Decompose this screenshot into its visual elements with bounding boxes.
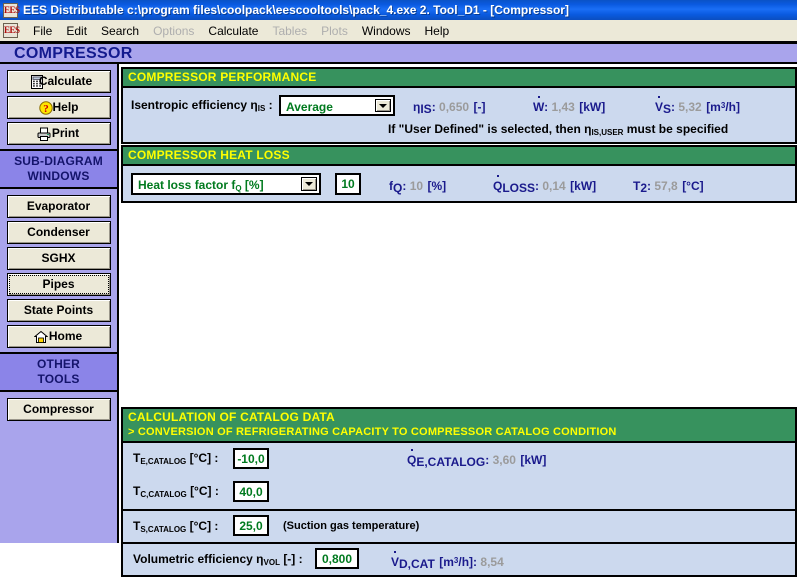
calculate-button[interactable]: Calculate (6, 70, 111, 93)
sidebar-subdiagram-group: Evaporator Condenser SGHX Pipes State Po… (0, 189, 117, 354)
menubar: EES File Edit Search Options Calculate T… (0, 20, 797, 42)
ts-catalog-label: TS,CATALOG [°C] : (133, 519, 219, 534)
heat-loss-parameter-value: Heat loss factor fQ [%] (138, 178, 264, 193)
sidebar-item-home[interactable]: Home (6, 325, 111, 348)
sidebar-actions-group: Calculate ? Help Print (0, 64, 117, 151)
te-catalog-value: -10,0 (237, 452, 265, 466)
sidebar-section-other-tools-line1: OTHER (37, 357, 80, 371)
result-power-w: W: 1,43 [kW] (533, 100, 606, 114)
help-button[interactable]: ? Help (6, 96, 111, 119)
heat-loss-factor-input[interactable]: 10 (335, 173, 361, 195)
result-eta-is: ηIS: 0,650 [-] (413, 100, 486, 116)
sidebar-section-other-tools: OTHER TOOLS (0, 354, 117, 392)
user-defined-note: If "User Defined" is selected, then ηIS,… (388, 122, 729, 137)
volumetric-efficiency-label: Volumetric efficiency ηVOL [-] : (133, 552, 303, 567)
sidebar-item-pipes[interactable]: Pipes (6, 273, 111, 296)
suction-gas-note: (Suction gas temperature) (283, 520, 420, 532)
compressor-heat-loss-panel: Heat loss factor fQ [%] 10 fQ: 10 [%] QL… (121, 166, 797, 203)
sidebar-item-label: Home (48, 329, 83, 343)
sidebar-section-subdiagram: SUB-DIAGRAM WINDOWS (0, 151, 117, 189)
tc-catalog-input[interactable]: 40,0 (233, 481, 269, 502)
menu-item-search[interactable]: Search (94, 23, 146, 39)
ts-catalog-value: 25,0 (239, 519, 263, 533)
ts-catalog-input[interactable]: 25,0 (233, 515, 269, 536)
window-title: EES Distributable c:\program files\coolp… (23, 3, 569, 17)
print-button[interactable]: Print (6, 122, 111, 145)
chevron-down-icon[interactable] (301, 177, 317, 191)
workspace: COMPRESSOR Calculate ? Help Print SUB-DI… (0, 42, 797, 577)
menu-item-plots: Plots (321, 23, 348, 38)
volumetric-efficiency-value: 0,800 (321, 552, 353, 566)
compressor-performance-header: COMPRESSOR PERFORMANCE (121, 67, 797, 88)
catalog-data-header-line1: CALCULATION OF CATALOG DATA (128, 410, 335, 424)
help-button-label: Help (52, 100, 79, 114)
ees-icon: EES (3, 23, 20, 38)
heat-loss-parameter-select[interactable]: Heat loss factor fQ [%] (131, 173, 321, 195)
sidebar-item-state-points[interactable]: State Points (6, 299, 111, 322)
page-title: COMPRESSOR (14, 45, 133, 62)
sidebar-section-other-tools-line2: TOOLS (37, 372, 80, 386)
print-button-label: Print (51, 126, 80, 140)
isentropic-efficiency-value: Average (286, 100, 333, 114)
chevron-down-icon[interactable] (375, 99, 391, 112)
catalog-data-header-line2: > CONVERSION OF REFRIGERATING CAPACITY T… (128, 426, 617, 438)
catalog-temperatures-panel: TE,CATALOG [°C] : -10,0 TC,CATALOG [°C] … (121, 443, 797, 511)
sidebar: Calculate ? Help Print SUB-DIAGRAM WINDO… (0, 64, 119, 543)
sidebar-item-compressor[interactable]: Compressor (6, 398, 111, 421)
sidebar-item-label: SGHX (41, 251, 76, 265)
sidebar-section-subdiagram-line2: WINDOWS (27, 169, 90, 183)
ees-icon: EES (3, 2, 20, 18)
window-titlebar: EES EES Distributable c:\program files\c… (0, 0, 797, 20)
isentropic-efficiency-label: Isentropic efficiency ηIS : (131, 98, 273, 113)
tc-catalog-label: TC,CATALOG [°C] : (133, 484, 219, 499)
sidebar-item-condenser[interactable]: Condenser (6, 221, 111, 244)
calculate-button-label: Calculate (38, 74, 93, 88)
page-banner: COMPRESSOR (0, 42, 797, 64)
compressor-performance-panel: Isentropic efficiency ηIS : Average ηIS:… (121, 88, 797, 144)
catalog-data-header: CALCULATION OF CATALOG DATA > CONVERSION… (121, 407, 797, 443)
catalog-suction-panel: TS,CATALOG [°C] : 25,0 (Suction gas temp… (121, 511, 797, 544)
menu-item-windows[interactable]: Windows (355, 23, 418, 39)
sidebar-item-label: Condenser (27, 225, 90, 239)
result-qe-catalog: QE,CATALOG: 3,60 [kW] (407, 453, 547, 469)
heat-loss-factor-value: 10 (341, 177, 355, 191)
menu-item-calculate[interactable]: Calculate (201, 23, 265, 39)
sidebar-item-evaporator[interactable]: Evaporator (6, 195, 111, 218)
sidebar-section-subdiagram-line1: SUB-DIAGRAM (14, 154, 103, 168)
result-volume-flow-vs: VS: 5,32 [m3/h] (655, 100, 740, 116)
sidebar-item-label: Pipes (42, 277, 75, 291)
result-fq: fQ: 10 [%] (389, 179, 447, 195)
result-vd-cat: VD,CAT [m3/h]: 8,54 (391, 555, 504, 571)
sidebar-item-label: Evaporator (26, 199, 91, 213)
menu-item-file[interactable]: File (26, 23, 59, 39)
result-t2: T2: 57,8 [°C] (633, 179, 704, 195)
compressor-heat-loss-header: COMPRESSOR HEAT LOSS (121, 145, 797, 166)
sidebar-item-sghx[interactable]: SGHX (6, 247, 111, 270)
volumetric-efficiency-panel: Volumetric efficiency ηVOL [-] : 0,800 V… (121, 544, 797, 577)
isentropic-efficiency-select[interactable]: Average (279, 95, 395, 116)
volumetric-efficiency-input[interactable]: 0,800 (315, 548, 359, 569)
content-area: COMPRESSOR PERFORMANCE Isentropic effici… (119, 64, 797, 577)
sidebar-item-label: State Points (23, 303, 94, 317)
sidebar-other-tools-group: Compressor (0, 392, 117, 425)
sidebar-item-label: Compressor (23, 402, 94, 416)
menu-item-tables: Tables (272, 23, 308, 38)
te-catalog-label: TE,CATALOG [°C] : (133, 451, 219, 466)
menu-item-edit[interactable]: Edit (59, 23, 94, 39)
menu-item-help[interactable]: Help (418, 23, 457, 39)
tc-catalog-value: 40,0 (239, 485, 263, 499)
te-catalog-input[interactable]: -10,0 (233, 448, 269, 469)
menu-item-options: Options (153, 23, 195, 38)
result-q-loss: QLOSS: 0,14 [kW] (493, 179, 597, 195)
